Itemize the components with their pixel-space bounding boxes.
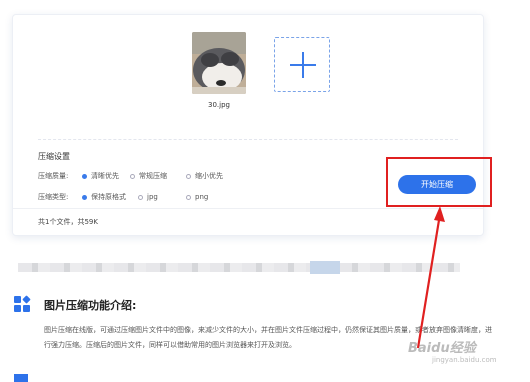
- quality-row: 压缩质量: 清晰优先 常规压缩 缩小优先: [38, 171, 223, 181]
- image-thumbnail[interactable]: [192, 32, 246, 94]
- radio-selected-icon[interactable]: [82, 194, 87, 200]
- type-option-png[interactable]: png: [186, 193, 208, 201]
- start-compress-button[interactable]: 开始压缩: [398, 175, 476, 194]
- type-row: 压缩类型: 保持原格式 jpg png: [38, 192, 208, 202]
- compress-card: [12, 14, 484, 236]
- radio-icon[interactable]: [186, 194, 191, 200]
- radio-icon[interactable]: [130, 173, 135, 179]
- settings-title: 压缩设置: [38, 152, 70, 161]
- type-label: 压缩类型:: [38, 193, 69, 201]
- radio-selected-icon[interactable]: [82, 173, 87, 179]
- radio-icon[interactable]: [138, 194, 143, 200]
- footer-divider: [13, 208, 483, 209]
- quality-label: 压缩质量:: [38, 172, 69, 180]
- quality-option-small[interactable]: 缩小优先: [186, 171, 223, 181]
- section-icon: [14, 374, 28, 382]
- feature-grid-icon: [14, 295, 31, 312]
- quality-option-clear[interactable]: 清晰优先: [82, 171, 130, 181]
- intro-title: 图片压缩功能介绍:: [44, 299, 137, 312]
- type-option-original[interactable]: 保持原格式: [82, 192, 138, 202]
- blurred-active-tab: [310, 261, 340, 274]
- file-name: 30.jpg: [208, 101, 230, 109]
- blurred-navigation-bar: [18, 261, 460, 274]
- divider: [38, 139, 458, 140]
- watermark-url: jingyan.baidu.com: [432, 356, 497, 364]
- quality-option-normal[interactable]: 常规压缩: [130, 171, 186, 181]
- radio-icon[interactable]: [186, 173, 191, 179]
- watermark: Baidu经验: [408, 341, 476, 356]
- type-option-jpg[interactable]: jpg: [138, 193, 186, 201]
- add-image-button[interactable]: [274, 37, 330, 92]
- file-summary: 共1个文件，共59K: [38, 218, 98, 226]
- dog-photo: [192, 32, 246, 94]
